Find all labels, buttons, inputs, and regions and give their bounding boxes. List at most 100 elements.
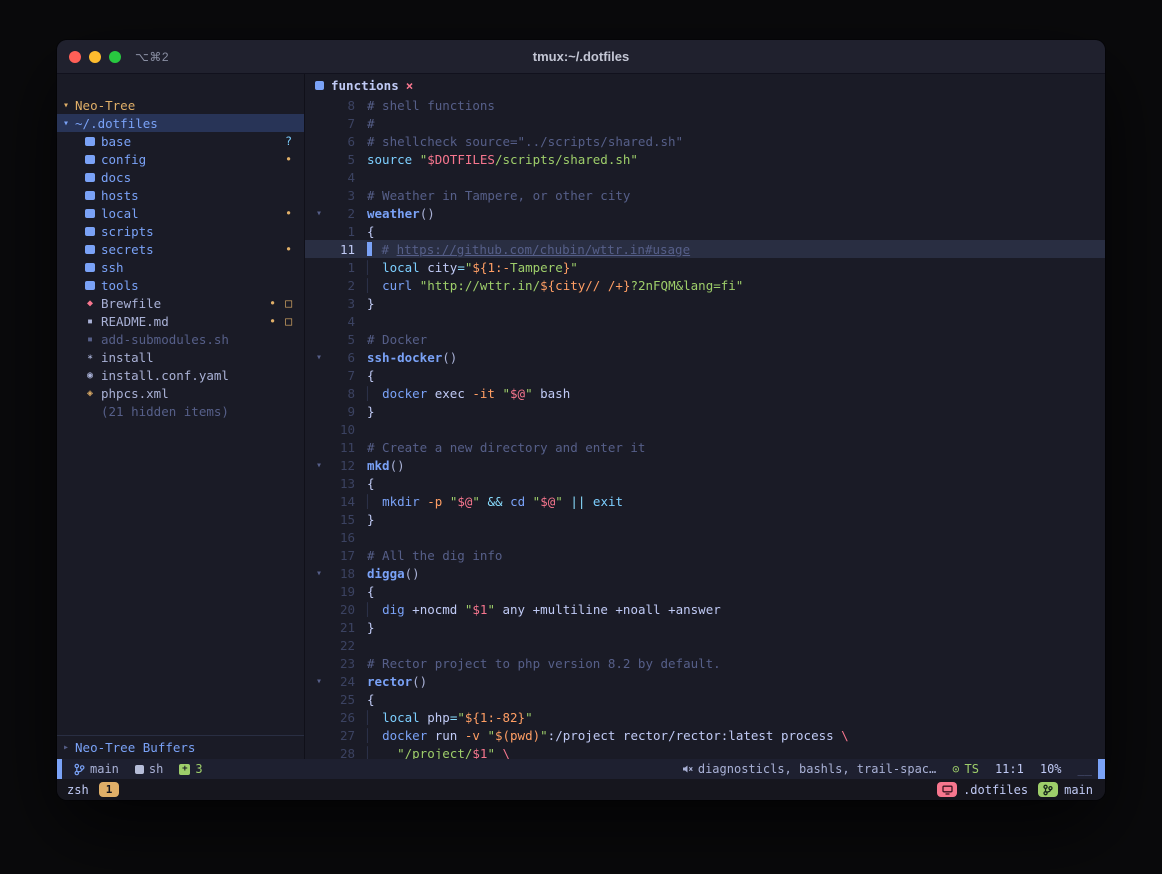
editor-line[interactable]: 25{ <box>305 690 1105 708</box>
fold-marker-icon[interactable]: ▾ <box>311 208 327 219</box>
editor-line[interactable]: 17# All the dig info <box>305 546 1105 564</box>
editor-buffer[interactable]: 8# shell functions7#6# shellcheck source… <box>305 96 1105 759</box>
scroll-percent: 10% <box>1040 762 1062 776</box>
code-text: ▏ docker exec -it "$@" bash <box>367 386 570 401</box>
sidebar-item-add-submodules-sh[interactable]: ▪add-submodules.sh <box>57 330 304 348</box>
item-label: hosts <box>101 188 139 203</box>
git-status-badges: •□ <box>269 296 292 310</box>
code-text: # https://github.com/chubin/wttr.in#usag… <box>367 242 690 257</box>
sidebar-item-base[interactable]: base? <box>57 132 304 150</box>
line-number: 5 <box>327 152 355 167</box>
editor-line[interactable]: 11 # https://github.com/chubin/wttr.in#u… <box>305 240 1105 258</box>
neotree-filesystem: ▾ Neo-Tree ▾ ~/.dotfiles base?config•doc… <box>57 74 304 735</box>
editor-line[interactable]: 21} <box>305 618 1105 636</box>
window-controls <box>69 51 121 63</box>
code-text: { <box>367 476 375 491</box>
sidebar-item-docs[interactable]: docs <box>57 168 304 186</box>
xml-icon: ◈ <box>85 388 95 399</box>
sidebar-item-brewfile[interactable]: ◆Brewfile•□ <box>57 294 304 312</box>
sidebar-item-config[interactable]: config• <box>57 150 304 168</box>
sidebar-item-ssh[interactable]: ssh <box>57 258 304 276</box>
editor-line[interactable]: 13 { <box>305 474 1105 492</box>
git-status-badges: • <box>285 152 292 166</box>
tmux-pane: ▾ Neo-Tree ▾ ~/.dotfiles base?config•doc… <box>57 74 1105 759</box>
neotree-buffers-section[interactable]: ▸ Neo-Tree Buffers <box>57 735 304 759</box>
tmux-window-badge[interactable]: 1 <box>99 782 120 797</box>
editor-line[interactable]: 26▏ local php="${1:-82}" <box>305 708 1105 726</box>
code-text: ssh-docker() <box>367 350 457 365</box>
editor-line[interactable]: 7{ <box>305 366 1105 384</box>
fold-marker-icon[interactable]: ▾ <box>311 568 327 579</box>
editor-line[interactable]: 28▏ "/project/$1" \ <box>305 744 1105 759</box>
line-number: 2 <box>327 206 355 221</box>
line-number: 2 <box>327 278 355 293</box>
editor-line[interactable]: 5# Docker <box>305 330 1105 348</box>
editor-line[interactable]: 16 <box>305 528 1105 546</box>
editor-line[interactable]: 23# Rector project to php version 8.2 by… <box>305 654 1105 672</box>
editor-line[interactable]: 22 <box>305 636 1105 654</box>
editor-line[interactable]: 3# Weather in Tampere, or other city <box>305 186 1105 204</box>
editor-line[interactable]: 27▏ docker run -v "$(pwd)":/project rect… <box>305 726 1105 744</box>
close-window-button[interactable] <box>69 51 81 63</box>
terminal-icon <box>942 785 953 795</box>
editor-line[interactable]: 9} <box>305 402 1105 420</box>
close-tab-icon[interactable]: × <box>406 78 414 93</box>
code-text: # Rector project to php version 8.2 by d… <box>367 656 721 671</box>
sidebar-item-install[interactable]: ∗ install <box>57 348 304 366</box>
editor-line[interactable]: 8▏ docker exec -it "$@" bash <box>305 384 1105 402</box>
editor-line[interactable]: 5source "$DOTFILES/scripts/shared.sh" <box>305 150 1105 168</box>
fold-marker-icon[interactable]: ▾ <box>311 460 327 471</box>
fold-marker-icon[interactable]: ▾ <box>311 676 327 687</box>
neotree-root-item[interactable]: ▾ ~/.dotfiles <box>57 114 304 132</box>
editor-line[interactable]: 20▏ dig +nocmd "$1" any +multiline +noal… <box>305 600 1105 618</box>
sidebar-item-install-conf-yaml[interactable]: ◉install.conf.yaml <box>57 366 304 384</box>
sidebar-item-readme-md[interactable]: ▪README.md•□ <box>57 312 304 330</box>
sidebar-item-tools[interactable]: tools <box>57 276 304 294</box>
item-label: install <box>101 350 154 365</box>
editor-line[interactable]: 14▏ mkdir -p "$@" && cd "$@" || exit <box>305 492 1105 510</box>
mute-icon <box>681 763 693 775</box>
editor-line[interactable]: 1{ <box>305 222 1105 240</box>
code-text: { <box>367 224 375 239</box>
tab-functions[interactable]: functions × <box>315 78 413 93</box>
neotree-source-title[interactable]: ▾ Neo-Tree <box>57 96 304 114</box>
tab-label: functions <box>331 78 399 93</box>
zoom-window-button[interactable] <box>109 51 121 63</box>
editor-line[interactable]: ▾24rector() <box>305 672 1105 690</box>
editor-line[interactable]: 2▏ curl "http://wttr.in/${city// /+}?2nF… <box>305 276 1105 294</box>
tmux-branch-badge <box>1038 782 1058 797</box>
code-text: rector() <box>367 674 427 689</box>
editor-line[interactable]: ▾18digga() <box>305 564 1105 582</box>
editor-line[interactable]: 6# shellcheck source="../scripts/shared.… <box>305 132 1105 150</box>
sidebar-item-phpcs-xml[interactable]: ◈phpcs.xml <box>57 384 304 402</box>
editor-line[interactable]: 11# Create a new directory and enter it <box>305 438 1105 456</box>
editor-line[interactable]: 8# shell functions <box>305 96 1105 114</box>
editor-line[interactable]: ▾2weather() <box>305 204 1105 222</box>
editor-line[interactable]: 7# <box>305 114 1105 132</box>
editor-line[interactable]: 4 <box>305 312 1105 330</box>
editor-line[interactable]: 15} <box>305 510 1105 528</box>
line-number: 13 <box>327 476 355 491</box>
editor-pane: functions × 8# shell functions7#6# shell… <box>305 74 1105 759</box>
sidebar-item-hosts[interactable]: hosts <box>57 186 304 204</box>
chevron-down-icon: ▾ <box>63 118 69 129</box>
editor-line[interactable]: 3} <box>305 294 1105 312</box>
code-text: } <box>367 296 375 311</box>
editor-line[interactable]: ▾6ssh-docker() <box>305 348 1105 366</box>
line-number: 14 <box>327 494 355 509</box>
editor-line[interactable]: ▾12mkd() <box>305 456 1105 474</box>
sidebar-item-secrets[interactable]: secrets• <box>57 240 304 258</box>
editor-line[interactable]: 10 <box>305 420 1105 438</box>
editor-line[interactable]: 4 <box>305 168 1105 186</box>
sidebar-item-local[interactable]: local• <box>57 204 304 222</box>
minimize-window-button[interactable] <box>89 51 101 63</box>
fold-marker-icon[interactable]: ▾ <box>311 352 327 363</box>
star-icon: ∗ <box>85 352 95 363</box>
editor-line[interactable]: 1▏ local city="${1:-Tampere}" <box>305 258 1105 276</box>
editor-line[interactable]: 19{ <box>305 582 1105 600</box>
folder-icon <box>85 191 95 200</box>
line-number: 11 <box>327 242 355 257</box>
sidebar-item-scripts[interactable]: scripts <box>57 222 304 240</box>
filetype-indicator: sh <box>135 762 163 776</box>
line-number: 25 <box>327 692 355 707</box>
